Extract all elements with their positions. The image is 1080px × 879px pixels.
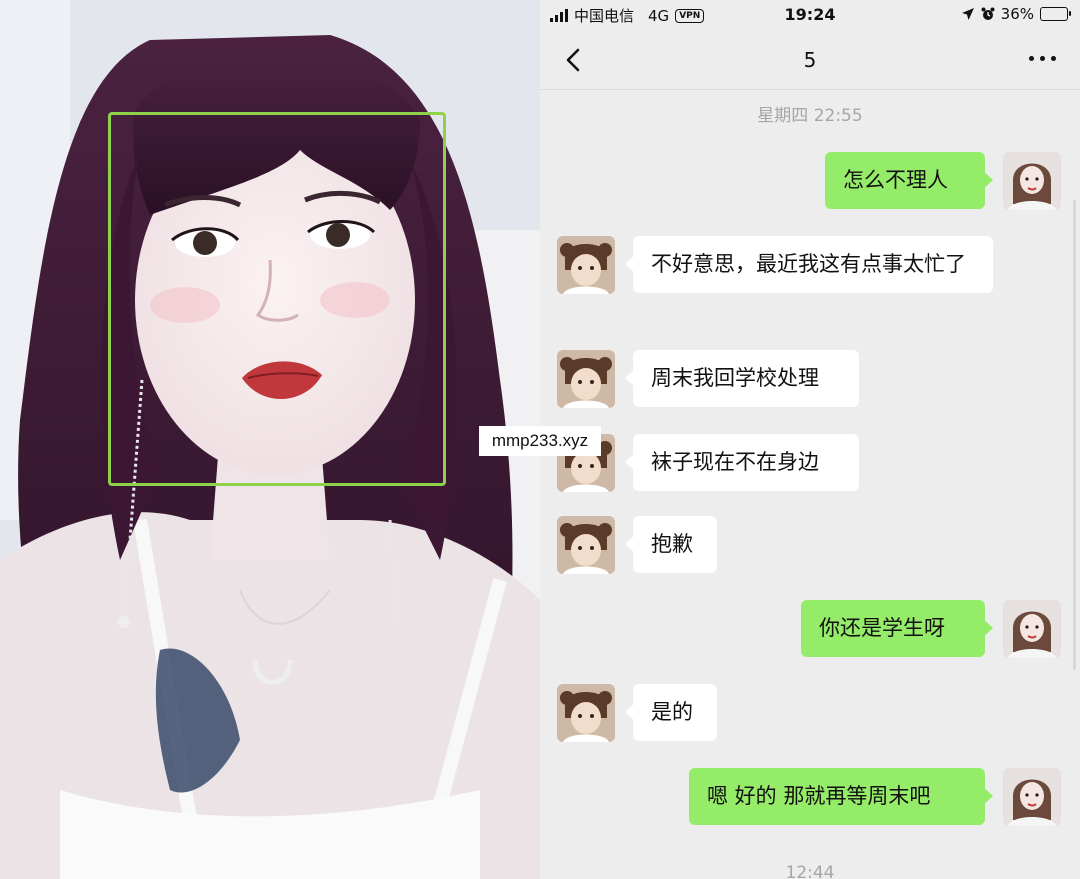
my-avatar[interactable] <box>1003 768 1061 826</box>
watermark-text: mmp233.xyz <box>479 426 601 456</box>
my-avatar[interactable] <box>1003 600 1061 658</box>
battery-percent: 36% <box>1000 5 1034 23</box>
location-arrow-icon <box>961 8 974 20</box>
message-bubble[interactable]: 嗯 好的 那就再等周末吧 <box>689 768 993 825</box>
message-timestamp: 12:44 <box>785 863 835 879</box>
contact-avatar[interactable] <box>557 236 615 294</box>
alarm-icon <box>981 7 995 20</box>
status-bar-right: 36% <box>961 5 1071 23</box>
face-detection-box <box>108 112 446 486</box>
message-bubble[interactable]: 怎么不理人 <box>825 152 993 209</box>
message-timestamp: 星期四 22:55 <box>757 106 863 126</box>
message-bubble[interactable]: 你还是学生呀 <box>801 600 993 657</box>
status-bar: 中国电信 4G VPN 19:24 36% <box>540 0 1080 30</box>
chat-screen: 中国电信 4G VPN 19:24 36% 5 星期四 22:55 怎么不理人不… <box>540 0 1080 879</box>
message-bubble[interactable]: 不好意思，最近我这有点事太忙了 <box>625 236 993 293</box>
my-avatar[interactable] <box>1003 152 1061 210</box>
battery-icon <box>1040 7 1071 21</box>
contact-avatar[interactable] <box>557 350 615 408</box>
chat-title: 5 <box>803 48 817 72</box>
message-bubble[interactable]: 袜子现在不在身边 <box>625 434 859 491</box>
message-bubble[interactable]: 是的 <box>625 684 717 741</box>
message-bubble[interactable]: 周末我回学校处理 <box>625 350 859 407</box>
message-bubble[interactable]: 抱歉 <box>625 516 717 573</box>
scrollbar[interactable] <box>1073 200 1076 670</box>
more-options-icon[interactable] <box>1029 56 1056 61</box>
contact-avatar[interactable] <box>557 516 615 574</box>
selfie-photo <box>0 0 540 879</box>
chat-nav-bar: 5 <box>540 30 1080 90</box>
contact-avatar[interactable] <box>557 684 615 742</box>
